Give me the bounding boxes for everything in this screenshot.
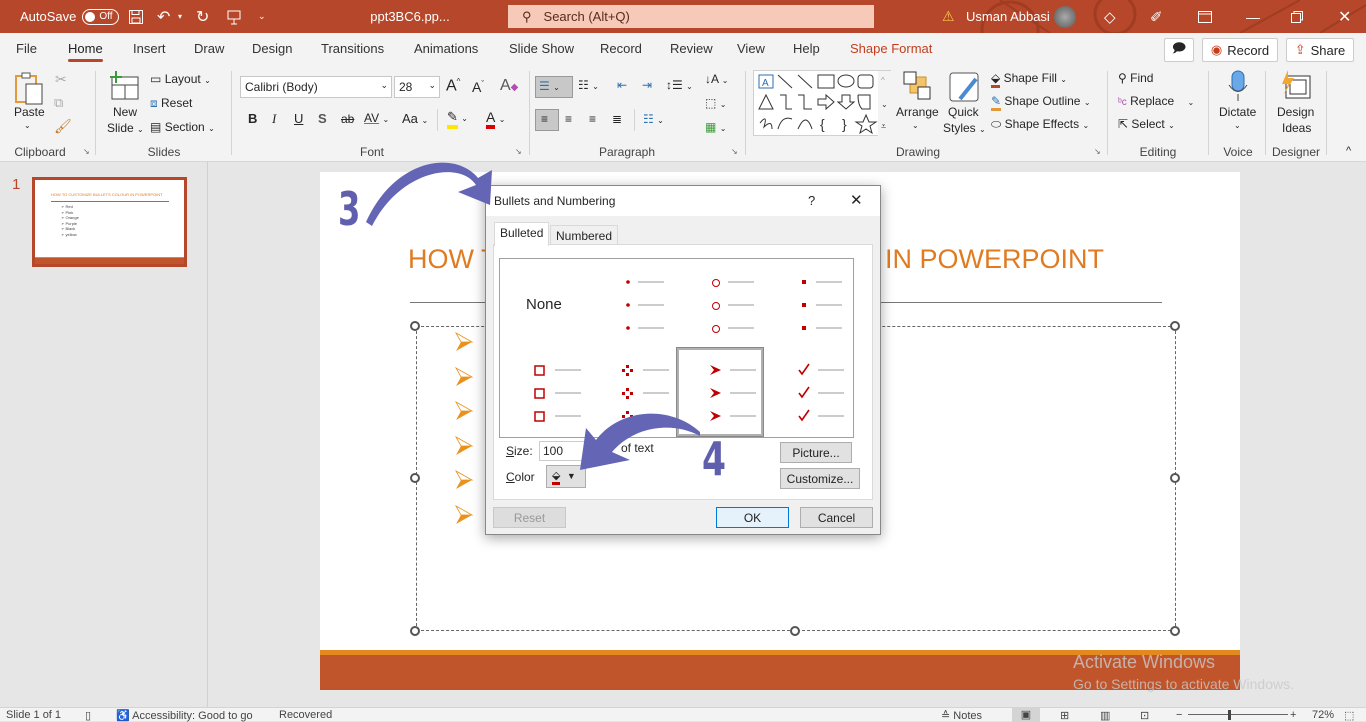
slide-sorter-icon[interactable]: ⊞ — [1060, 709, 1069, 722]
status-bar: Slide 1 of 1 ▯ ♿ Accessibility: Good to … — [0, 707, 1366, 722]
tab-bulleted[interactable]: Bulleted — [494, 222, 550, 246]
slide-counter: Slide 1 of 1 — [6, 709, 62, 721]
fit-to-window-icon[interactable]: ⬚ — [1344, 709, 1354, 722]
slideshow-view-icon[interactable]: ⊡ — [1140, 709, 1149, 722]
spelling-icon[interactable]: ▯ — [85, 709, 91, 722]
notes-icon: ≙ — [941, 710, 951, 722]
tutorial-annotations — [366, 162, 700, 470]
zoom-in-button[interactable]: + — [1290, 709, 1296, 721]
annotation-step-4: 4 — [702, 432, 727, 486]
annotation-step-3: 3 — [338, 182, 361, 236]
accessibility-status[interactable]: ♿ Accessibility: Good to go — [116, 709, 253, 722]
annotation-arrow-4 — [580, 413, 700, 470]
annotation-arrow-3 — [366, 162, 492, 226]
notes-button[interactable]: ≙ Notes — [941, 709, 982, 722]
normal-view-icon[interactable]: ▣ — [1012, 708, 1040, 722]
accessibility-icon: ♿ — [116, 710, 130, 722]
zoom-level[interactable]: 72% — [1312, 709, 1334, 721]
zoom-slider-thumb[interactable] — [1228, 710, 1231, 720]
reading-view-icon[interactable]: ▥ — [1100, 709, 1110, 722]
recovered-status: Recovered — [279, 709, 333, 721]
zoom-slider-track[interactable] — [1188, 714, 1288, 715]
zoom-out-button[interactable]: − — [1176, 709, 1182, 721]
